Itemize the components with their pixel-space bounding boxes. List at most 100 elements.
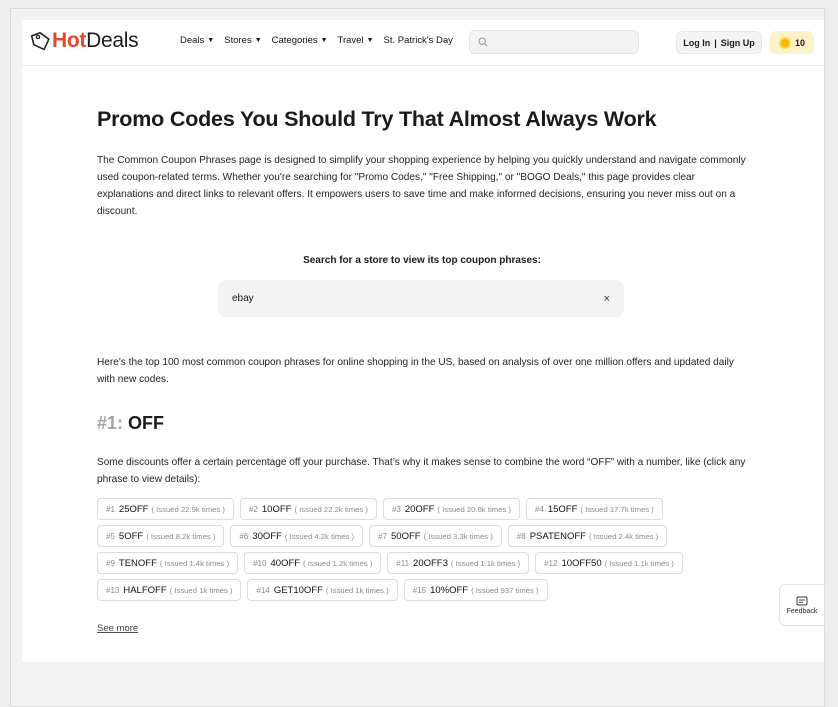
rank-heading: #1: OFF xyxy=(97,413,164,434)
chip-issued: ( Issued 3.3k times ) xyxy=(423,531,493,541)
chip-rank: #5 xyxy=(106,531,115,541)
login-separator: | xyxy=(714,37,717,48)
coupon-chip[interactable]: #3 20OFF( Issued 20.8k times ) xyxy=(382,498,520,520)
main-content: Promo Codes You Should Try That Almost A… xyxy=(97,106,747,634)
header-search[interactable] xyxy=(469,30,639,54)
feedback-button[interactable]: Feedback xyxy=(779,584,825,626)
coupon-chip[interactable]: #14 GET10OFF( Issued 1k times ) xyxy=(247,579,398,601)
chip-issued: ( Issued 2.4k times ) xyxy=(589,531,659,541)
see-more-link[interactable]: See more xyxy=(97,623,138,634)
chip-code: HALFOFF xyxy=(123,584,167,596)
chip-rank: #11 xyxy=(396,558,410,568)
search-icon xyxy=(478,37,488,47)
chip-rank: #13 xyxy=(106,585,120,595)
chip-issued: ( Issued 20.8k times ) xyxy=(437,504,511,514)
chip-rank: #8 xyxy=(516,531,526,541)
coin-count: 10 xyxy=(794,37,805,48)
page: HotDeals Deals ▼ Stores ▼ Categories ▼ Trav… xyxy=(22,20,824,662)
intro-paragraph: The Common Coupon Phrases page is design… xyxy=(97,155,746,217)
chip-issued: ( Issued 8.2k times ) xyxy=(146,531,216,541)
caret-down-icon: ▼ xyxy=(366,37,374,44)
chip-issued: ( Issued 22.2k times ) xyxy=(294,504,368,514)
chip-code: 10%OFF xyxy=(430,584,469,596)
chip-rank: #6 xyxy=(239,531,249,541)
menu-categories-label: Categories xyxy=(271,35,318,46)
coupon-chip[interactable]: #9 TENOFF( Issued 1.4k times ) xyxy=(97,552,239,574)
coupon-chip[interactable]: #8 PSATENOFF( Issued 2.4k times ) xyxy=(507,525,668,547)
coupon-chip[interactable]: #4 15OFF( Issued 17.7k times ) xyxy=(525,498,663,520)
coins-button[interactable]: 10 xyxy=(770,31,814,54)
chip-rank: #3 xyxy=(391,504,401,514)
coupon-chip[interactable]: #10 40OFF( Issued 1.2k times ) xyxy=(244,552,382,574)
top100-paragraph: Here's the top 100 most common coupon ph… xyxy=(97,357,734,385)
store-search-input[interactable]: ebay × xyxy=(218,280,624,317)
coupon-chip[interactable]: #6 30OFF( Issued 4.2k times ) xyxy=(230,525,364,547)
top-nav: HotDeals Deals ▼ Stores ▼ Categories ▼ Trav… xyxy=(22,20,824,66)
chip-rank: #1 xyxy=(106,504,115,514)
caret-down-icon: ▼ xyxy=(254,37,262,44)
store-search-title: Search for a store to view its top coupo… xyxy=(303,255,541,266)
chip-row: #5 5OFF( Issued 8.2k times ) #6 30OFF( Iss… xyxy=(97,525,757,547)
coupon-chip[interactable]: #2 10OFF( Issued 22.2k times ) xyxy=(239,498,377,520)
chip-code: 10OFF50 xyxy=(561,557,602,569)
menu-deals-label: Deals xyxy=(180,35,205,46)
menu-st-patricks-label: St. Patrick's Day xyxy=(383,35,453,46)
chip-code: 5OFF xyxy=(118,530,144,542)
chip-code: 40OFF xyxy=(270,557,301,569)
chip-rank: #14 xyxy=(256,585,270,595)
rank-number: #1: xyxy=(97,413,124,433)
coupon-chip[interactable]: #13 HALFOFF( Issued 1k times ) xyxy=(97,579,242,601)
chip-issued: ( Issued 1k times ) xyxy=(325,585,389,595)
coupon-chip[interactable]: #7 50OFF( Issued 3.3k times ) xyxy=(369,525,502,547)
rank-description: Some discounts offer a certain percentag… xyxy=(97,457,746,485)
chip-row: #9 TENOFF( Issued 1.4k times ) #10 40OFF( … xyxy=(97,552,757,574)
logo-deals: Deals xyxy=(86,29,139,52)
chip-code: TENOFF xyxy=(118,557,157,569)
chip-code: 20OFF3 xyxy=(413,557,448,569)
coupon-chip[interactable]: #12 10OFF50( Issued 1.1k times ) xyxy=(535,552,683,574)
menu-travel-label: Travel xyxy=(337,35,364,46)
login-link[interactable]: Log In xyxy=(683,38,710,48)
chip-code: 20OFF xyxy=(404,503,435,515)
coupon-chip[interactable]: #1 25OFF( Issued 22.9k times ) xyxy=(97,498,234,520)
signup-link[interactable]: Sign Up xyxy=(721,38,755,48)
header-search-input[interactable] xyxy=(494,36,624,48)
chip-rank: #10 xyxy=(253,558,267,568)
menu-stores[interactable]: Stores ▼ xyxy=(224,35,261,46)
login-signup-button[interactable]: Log In | Sign Up xyxy=(676,31,762,54)
main-menu: Deals ▼ Stores ▼ Categories ▼ Travel ▼ St. P… xyxy=(180,35,453,46)
chip-code: 50OFF xyxy=(391,530,421,542)
coupon-chip[interactable]: #11 20OFF3( Issued 1.1k times ) xyxy=(387,552,530,574)
store-search-value[interactable]: ebay xyxy=(232,293,604,304)
chip-issued: ( Issued 1k times ) xyxy=(169,585,233,595)
chip-issued: ( Issued 1.1k times ) xyxy=(604,558,674,568)
chip-issued: ( Issued 1.2k times ) xyxy=(303,558,373,568)
chip-issued: ( Issued 4.2k times ) xyxy=(284,531,355,541)
clear-icon[interactable]: × xyxy=(604,293,610,305)
tag-logo-icon xyxy=(30,31,50,51)
chip-row: #13 HALFOFF( Issued 1k times ) #14 GET10OF… xyxy=(97,579,757,601)
chip-code: 30OFF xyxy=(252,530,282,542)
logo[interactable]: HotDeals xyxy=(30,28,139,54)
coupon-chip[interactable]: #15 10%OFF( Issued 937 times ) xyxy=(403,579,548,601)
chip-rank: #9 xyxy=(106,558,115,568)
menu-stores-label: Stores xyxy=(224,35,252,46)
caret-down-icon: ▼ xyxy=(320,37,328,44)
chip-row: #1 25OFF( Issued 22.9k times ) #2 10OFF( I… xyxy=(97,498,757,520)
menu-travel[interactable]: Travel ▼ xyxy=(338,35,374,46)
chip-rank: #2 xyxy=(248,504,258,514)
coupon-chip[interactable]: #5 5OFF( Issued 8.2k times ) xyxy=(97,525,225,547)
menu-deals[interactable]: Deals ▼ xyxy=(180,35,214,46)
menu-st-patricks-day[interactable]: St. Patrick's Day xyxy=(384,35,453,46)
coin-icon xyxy=(778,36,791,49)
chip-rank: #7 xyxy=(378,531,387,541)
chip-code: 15OFF xyxy=(547,503,578,515)
logo-text: HotDeals xyxy=(52,28,139,54)
feedback-label: Feedback xyxy=(786,607,818,615)
chip-issued: ( Issued 1.1k times ) xyxy=(450,558,521,568)
chip-code: 25OFF xyxy=(118,503,149,515)
menu-categories[interactable]: Categories ▼ xyxy=(272,35,328,46)
chip-issued: ( Issued 22.9k times ) xyxy=(151,504,225,514)
chip-issued: ( Issued 937 times ) xyxy=(471,585,539,595)
chip-code: 10OFF xyxy=(261,503,292,515)
